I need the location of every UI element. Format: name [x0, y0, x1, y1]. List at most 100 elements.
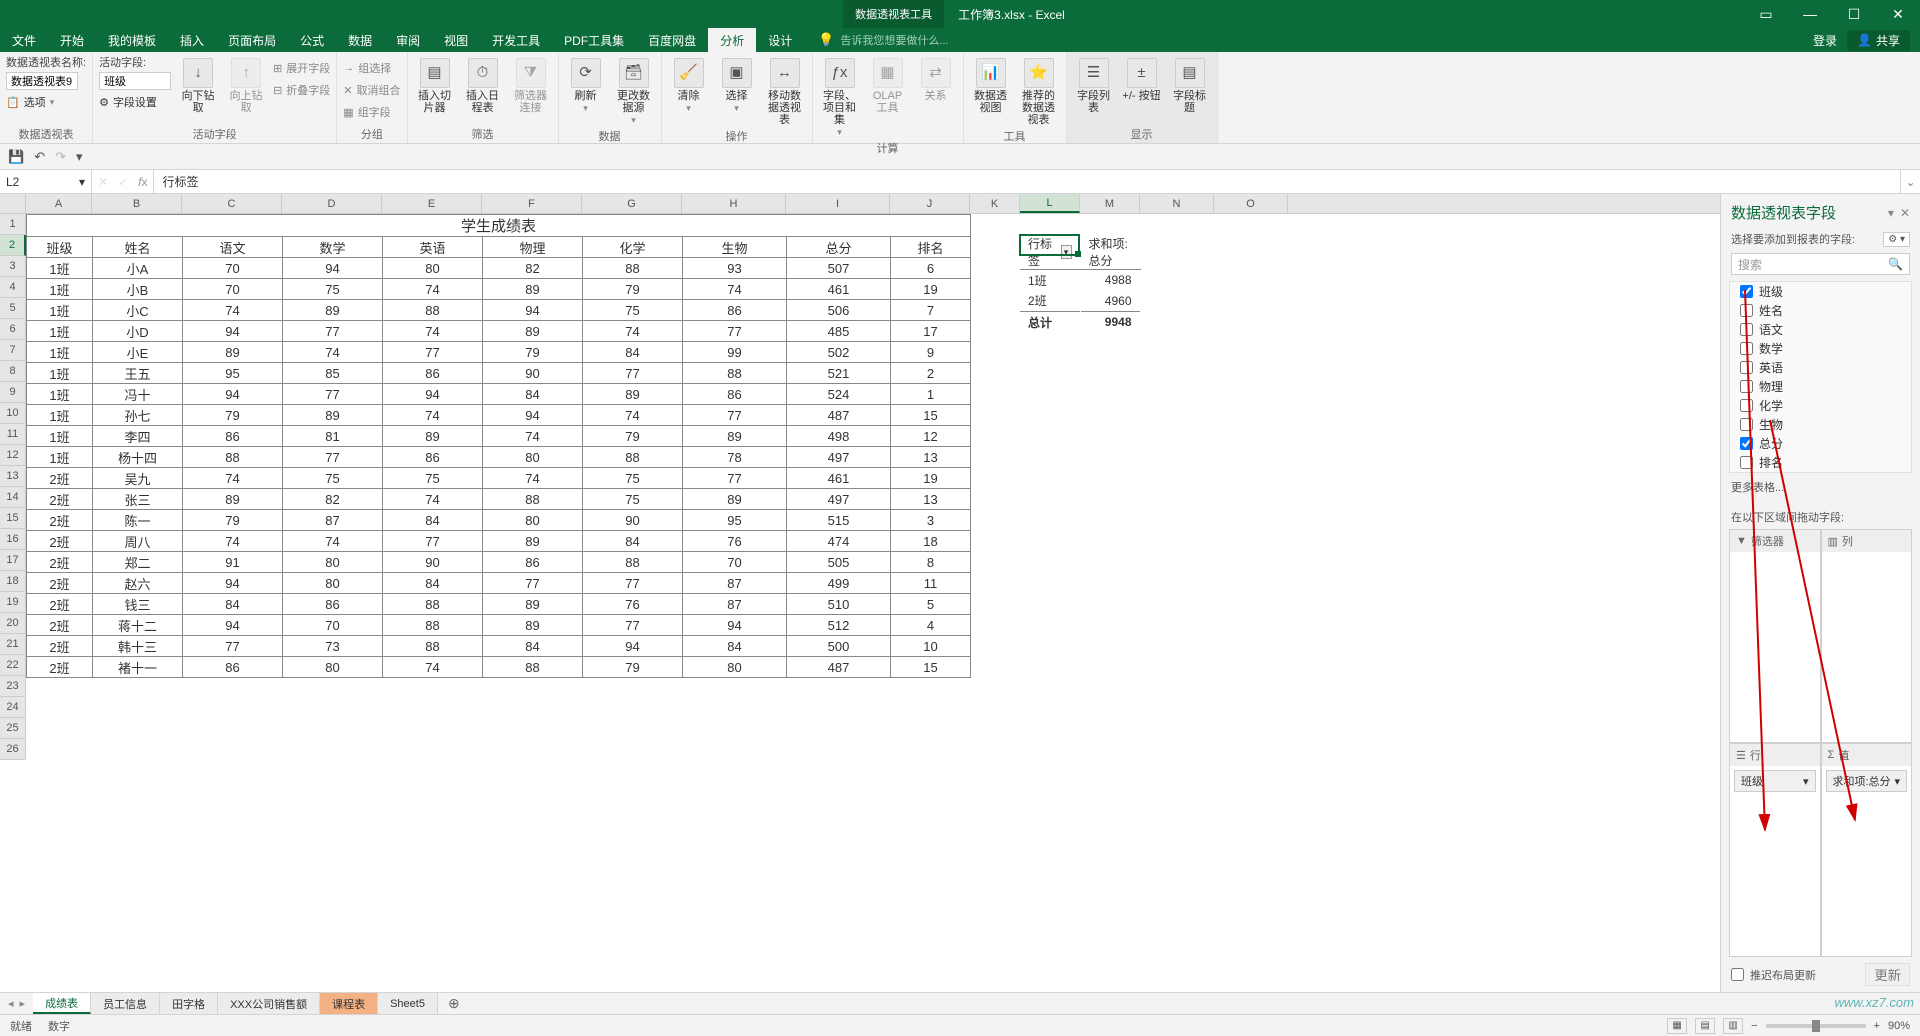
select-button[interactable]: ▣选择▾	[716, 54, 758, 114]
sheet-tab[interactable]: Sheet5	[378, 993, 438, 1014]
field-checkbox-row[interactable]: 生物	[1740, 415, 1901, 434]
login-button[interactable]: 登录	[1803, 32, 1847, 49]
field-checkbox-row[interactable]: 化学	[1740, 396, 1901, 415]
redo-icon[interactable]: ↷	[55, 149, 66, 165]
field-checkbox[interactable]	[1740, 323, 1753, 336]
normal-view-icon[interactable]: ▦	[1667, 1018, 1687, 1034]
undo-icon[interactable]: ↶	[34, 149, 45, 165]
row-header[interactable]: 26	[0, 739, 26, 760]
field-checkbox-row[interactable]: 排名	[1740, 453, 1901, 472]
field-checkbox[interactable]	[1740, 456, 1753, 469]
row-header[interactable]: 16	[0, 529, 26, 550]
field-list-toggle[interactable]: ☰字段列表	[1073, 54, 1115, 114]
ribbon-tab-10[interactable]: PDF工具集	[552, 28, 636, 52]
row-header[interactable]: 25	[0, 718, 26, 739]
row-header[interactable]: 10	[0, 403, 26, 424]
enter-formula-icon[interactable]: ✓	[118, 175, 128, 189]
area-values[interactable]: Σ值 求和项:总分▾	[1821, 743, 1913, 957]
close-pane-icon[interactable]: ✕	[1900, 206, 1910, 220]
pane-dropdown-icon[interactable]: ▾	[1888, 206, 1894, 220]
fx-icon[interactable]: fx	[138, 175, 147, 189]
recommended-pivot-button[interactable]: ⭐推荐的数据透视表	[1018, 54, 1060, 126]
row-header[interactable]: 19	[0, 592, 26, 613]
expand-field-button[interactable]: ⊞ 展开字段	[273, 58, 330, 78]
ribbon-tab-5[interactable]: 公式	[288, 28, 336, 52]
row-header[interactable]: 21	[0, 634, 26, 655]
ribbon-tab-6[interactable]: 数据	[336, 28, 384, 52]
row-header[interactable]: 7	[0, 340, 26, 361]
ribbon-tab-12[interactable]: 分析	[708, 28, 756, 52]
ribbon-tab-2[interactable]: 我的模板	[96, 28, 168, 52]
close-button[interactable]: ✕	[1876, 0, 1920, 28]
defer-layout-checkbox[interactable]	[1731, 968, 1744, 981]
group-selection-button[interactable]: → 组选择	[343, 58, 400, 78]
value-field-chip[interactable]: 求和项:总分▾	[1826, 770, 1908, 792]
active-field-input[interactable]	[99, 72, 171, 90]
insert-slicer-button[interactable]: ▤插入切片器	[414, 54, 456, 114]
row-header[interactable]: 11	[0, 424, 26, 445]
field-checkbox-row[interactable]: 总分	[1740, 434, 1901, 453]
column-header[interactable]: I	[786, 194, 890, 213]
field-checkbox-row[interactable]: 姓名	[1740, 301, 1901, 320]
zoom-level[interactable]: 90%	[1888, 1020, 1910, 1032]
row-header[interactable]: 20	[0, 613, 26, 634]
field-checkbox-row[interactable]: 班级	[1740, 282, 1901, 301]
row-header[interactable]: 5	[0, 298, 26, 319]
ribbon-tab-0[interactable]: 文件	[0, 28, 48, 52]
worksheet-grid[interactable]: ABCDEFGHIJKLMNO 123456789101112131415161…	[0, 194, 1720, 992]
drill-down-button[interactable]: ↓向下钻取	[177, 54, 219, 114]
add-sheet-button[interactable]: ⊕	[438, 993, 470, 1014]
filter-connections-button[interactable]: ⧩筛选器连接	[510, 54, 552, 114]
row-header[interactable]: 2	[0, 235, 26, 256]
plus-minus-toggle[interactable]: ±+/- 按钮	[1121, 54, 1163, 102]
field-checkbox[interactable]	[1740, 304, 1753, 317]
row-header[interactable]: 6	[0, 319, 26, 340]
field-checkbox-row[interactable]: 英语	[1740, 358, 1901, 377]
field-checkbox[interactable]	[1740, 380, 1753, 393]
column-header[interactable]: N	[1140, 194, 1214, 213]
area-rows[interactable]: ☰行 班级▾	[1729, 743, 1821, 957]
page-break-view-icon[interactable]: ▥	[1723, 1018, 1743, 1034]
sheet-tab[interactable]: 成绩表	[33, 993, 91, 1014]
column-header[interactable]: J	[890, 194, 970, 213]
row-header[interactable]: 22	[0, 655, 26, 676]
row-header[interactable]: 24	[0, 697, 26, 718]
column-header[interactable]: B	[92, 194, 182, 213]
ribbon-tab-1[interactable]: 开始	[48, 28, 96, 52]
change-data-source-button[interactable]: 🗃更改数据源▾	[613, 54, 655, 126]
row-field-chip[interactable]: 班级▾	[1734, 770, 1816, 792]
row-header[interactable]: 23	[0, 676, 26, 697]
row-header[interactable]: 8	[0, 361, 26, 382]
olap-tools-button[interactable]: ▦OLAP 工具	[867, 54, 909, 114]
column-header[interactable]: L	[1020, 194, 1080, 213]
zoom-out-icon[interactable]: −	[1751, 1020, 1757, 1032]
field-checkbox-row[interactable]: 数学	[1740, 339, 1901, 358]
row-header[interactable]: 12	[0, 445, 26, 466]
name-box[interactable]: L2 ▾	[0, 170, 92, 193]
row-header[interactable]: 3	[0, 256, 26, 277]
ungroup-button[interactable]: ✕ 取消组合	[343, 80, 400, 100]
column-header[interactable]: D	[282, 194, 382, 213]
sheet-tab[interactable]: XXX公司销售额	[218, 993, 320, 1014]
clear-button[interactable]: 🧹清除▾	[668, 54, 710, 114]
ribbon-display-options-icon[interactable]: ▭	[1744, 0, 1788, 28]
area-columns[interactable]: ▥列	[1821, 529, 1913, 743]
column-header[interactable]: K	[970, 194, 1020, 213]
page-layout-view-icon[interactable]: ▤	[1695, 1018, 1715, 1034]
ribbon-tab-13[interactable]: 设计	[756, 28, 804, 52]
column-header[interactable]: H	[682, 194, 786, 213]
pane-layout-button[interactable]: ⚙ ▾	[1883, 232, 1910, 247]
field-checkbox-row[interactable]: 物理	[1740, 377, 1901, 396]
row-header[interactable]: 13	[0, 466, 26, 487]
field-headers-toggle[interactable]: ▤字段标题	[1169, 54, 1211, 114]
ribbon-tab-8[interactable]: 视图	[432, 28, 480, 52]
column-header[interactable]: F	[482, 194, 582, 213]
row-header[interactable]: 17	[0, 550, 26, 571]
field-checkbox[interactable]	[1740, 342, 1753, 355]
row-header[interactable]: 9	[0, 382, 26, 403]
pivot-name-input[interactable]	[6, 72, 78, 90]
sheet-nav-last-icon[interactable]: ▸	[20, 997, 26, 1010]
share-button[interactable]: 👤 共享	[1847, 30, 1910, 51]
select-all-corner[interactable]	[0, 194, 26, 213]
tell-me-search[interactable]: 💡 告诉我您想要做什么...	[818, 28, 948, 52]
